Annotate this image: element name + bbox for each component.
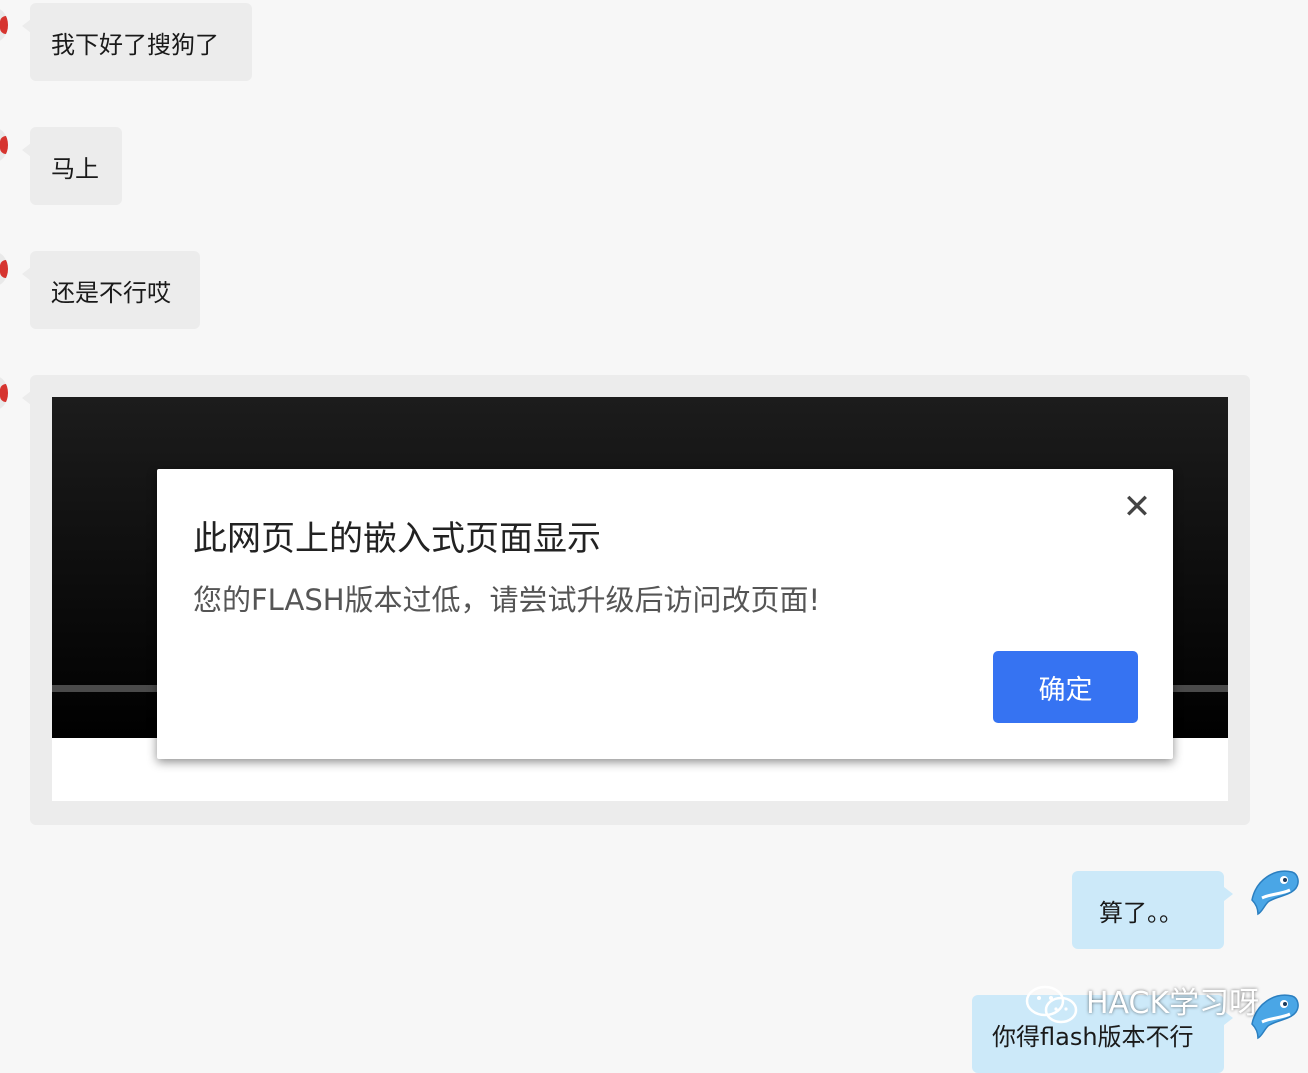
confirm-button[interactable]: 确定 — [993, 651, 1138, 723]
contact-avatar[interactable] — [0, 8, 8, 42]
message-bubble-incoming[interactable]: 还是不行哎 — [22, 251, 200, 329]
alert-dialog: 此网页上的嵌入式页面显示 您的FLASH版本过低，请尝试升级后访问改页面! ✕ … — [157, 469, 1173, 759]
contact-avatar[interactable] — [0, 252, 8, 286]
message-bubble-outgoing[interactable]: 算了。。 — [1072, 871, 1233, 949]
dialog-message: 您的FLASH版本过低，请尝试升级后访问改页面! — [193, 583, 821, 617]
wechat-icon — [1025, 985, 1078, 1023]
screenshot-image[interactable]: 此网页上的嵌入式页面显示 您的FLASH版本过低，请尝试升级后访问改页面! ✕ … — [52, 397, 1228, 801]
message-text: 马上 — [51, 155, 99, 183]
contact-avatar[interactable] — [0, 376, 8, 410]
contact-avatar[interactable] — [0, 128, 8, 162]
close-icon[interactable]: ✕ — [1119, 489, 1155, 525]
message-bubble-incoming[interactable]: 我下好了搜狗了 — [22, 3, 252, 81]
dolphin-avatar-icon[interactable] — [1246, 860, 1302, 916]
message-text: 你得flash版本不行 — [992, 1023, 1194, 1051]
dialog-title: 此网页上的嵌入式页面显示 — [193, 519, 601, 559]
watermark: HACK学习呀 — [1024, 978, 1260, 1023]
watermark-text: HACK学习呀 — [1086, 986, 1260, 1021]
image-message-bubble[interactable]: 此网页上的嵌入式页面显示 您的FLASH版本过低，请尝试升级后访问改页面! ✕ … — [22, 375, 1250, 825]
message-bubble-incoming[interactable]: 马上 — [22, 127, 122, 205]
message-text: 我下好了搜狗了 — [51, 31, 219, 59]
message-text: 算了。。 — [1099, 899, 1183, 927]
message-text: 还是不行哎 — [51, 279, 171, 307]
